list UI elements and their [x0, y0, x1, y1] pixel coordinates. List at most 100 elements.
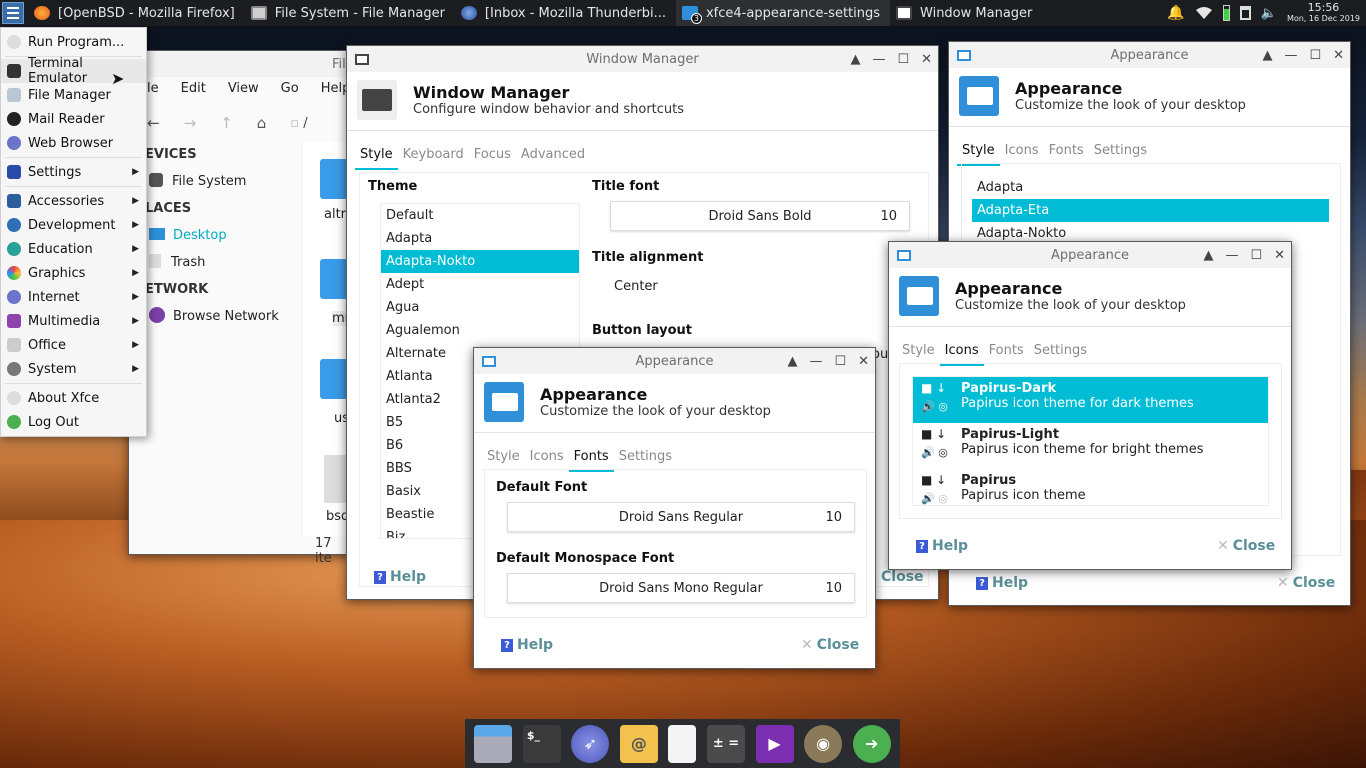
theme-item-selected[interactable]: Adapta-Nokto	[381, 250, 579, 273]
menu-view[interactable]: View	[228, 81, 259, 101]
back-arrow-icon[interactable]: ←	[147, 114, 160, 132]
tab-style[interactable]: Style	[897, 339, 940, 366]
appearance-titlebar[interactable]: Appearance ▲ — ☐ ✕	[474, 348, 875, 374]
volume-icon[interactable]: 🔈	[1261, 6, 1277, 21]
style-item-selected[interactable]: Adapta-Eta	[972, 199, 1329, 222]
sidebar-item-desktop[interactable]: Desktop	[145, 222, 301, 249]
theme-item[interactable]: Default	[381, 204, 579, 227]
dock-gimp-icon[interactable]: ◉	[804, 724, 843, 763]
icon-theme-item-selected[interactable]: ■ ↓ 🔊 ◎ Papirus-Dark Papirus icon theme f…	[913, 377, 1268, 423]
menu-item-settings[interactable]: Settings ▶	[1, 160, 146, 184]
shade-button[interactable]: ▲	[1203, 248, 1213, 263]
location-bar[interactable]: ▫ /	[290, 116, 307, 131]
style-list[interactable]: Adapta Adapta-Eta Adapta-Nokto	[972, 176, 1329, 245]
menu-go[interactable]: Go	[281, 81, 299, 101]
maximize-button[interactable]: ☐	[1250, 248, 1262, 263]
title-font-button[interactable]: Droid Sans Bold 10	[610, 201, 910, 231]
appearance-titlebar[interactable]: Appearance ▲ — ☐ ✕	[949, 42, 1350, 68]
home-icon[interactable]: ⌂	[257, 114, 267, 132]
menu-item-internet[interactable]: Internet ▶	[1, 285, 146, 309]
tab-settings[interactable]: Settings	[1029, 339, 1092, 366]
help-button[interactable]: ? Help	[916, 538, 968, 554]
menu-item-accessories[interactable]: Accessories ▶	[1, 189, 146, 213]
monospace-font-button[interactable]: Droid Sans Mono Regular 10	[507, 573, 855, 603]
theme-item[interactable]: Adept	[381, 273, 579, 296]
shade-button[interactable]: ▲	[1262, 48, 1272, 63]
minimize-button[interactable]: —	[872, 52, 885, 67]
title-alignment-select[interactable]: Center	[614, 279, 914, 294]
minimize-button[interactable]: —	[1225, 248, 1238, 263]
menu-item-about-xfce[interactable]: About Xfce	[1, 386, 146, 410]
close-window-button[interactable]: ✕	[921, 52, 932, 67]
tab-style[interactable]: Style	[482, 445, 525, 472]
file-manager-titlebar[interactable]: Fil	[129, 51, 351, 77]
tab-fonts[interactable]: Fonts	[1044, 139, 1089, 166]
dock-terminal-icon[interactable]: $_	[522, 724, 561, 763]
theme-item[interactable]: Agualemon	[381, 319, 579, 342]
help-button[interactable]: ? Help	[374, 569, 426, 585]
tab-style[interactable]: Style	[355, 143, 398, 170]
applications-menu-button[interactable]	[2, 2, 24, 24]
menu-item-web-browser[interactable]: Web Browser	[1, 131, 146, 155]
help-button[interactable]: ? Help	[501, 637, 553, 653]
dock-web-browser-icon[interactable]: ➶	[571, 724, 610, 763]
maximize-button[interactable]: ☐	[834, 354, 846, 369]
menu-item-log-out[interactable]: Log Out	[1, 410, 146, 434]
close-button[interactable]: Close	[881, 569, 924, 585]
icon-theme-item[interactable]: ■ ↓ 🔊 ◎ Papirus Papirus icon theme	[913, 469, 1268, 505]
sidebar-item-browse-network[interactable]: Browse Network	[145, 303, 301, 330]
menu-item-file-manager[interactable]: File Manager	[1, 83, 146, 107]
menu-item-graphics[interactable]: Graphics ▶	[1, 261, 146, 285]
battery-icon[interactable]	[1222, 5, 1230, 21]
sidebar-item-filesystem[interactable]: File System	[145, 168, 301, 195]
window-manager-titlebar[interactable]: Window Manager ▲ — ☐ ✕	[347, 46, 938, 72]
wifi-icon[interactable]	[1195, 6, 1213, 20]
menu-file[interactable]: le	[147, 81, 159, 101]
tab-icons[interactable]: Icons	[525, 445, 569, 472]
menu-edit[interactable]: Edit	[181, 81, 206, 101]
tab-icons[interactable]: Icons	[939, 339, 984, 366]
tab-settings[interactable]: Settings	[614, 445, 677, 472]
dock-mail-icon[interactable]: @	[619, 724, 658, 763]
tab-fonts[interactable]: Fonts	[984, 339, 1029, 366]
close-window-button[interactable]: ✕	[858, 354, 869, 369]
menu-item-development[interactable]: Development ▶	[1, 213, 146, 237]
shade-button[interactable]: ▲	[787, 354, 797, 369]
shade-button[interactable]: ▲	[850, 52, 860, 67]
task-appearance-settings[interactable]: 3 xfce4-appearance-settings	[675, 0, 891, 26]
dock-log-out-icon[interactable]: ➜	[852, 724, 891, 763]
menu-item-terminal[interactable]: Terminal Emulator ➤	[1, 56, 146, 88]
default-font-button[interactable]: Droid Sans Regular 10	[507, 502, 855, 532]
theme-item[interactable]: Adapta	[381, 227, 579, 250]
task-window-manager[interactable]: Window Manager	[890, 0, 1042, 26]
minimize-button[interactable]: —	[809, 354, 822, 369]
tab-keyboard[interactable]: Keyboard	[398, 143, 469, 170]
forward-arrow-icon[interactable]: →	[184, 114, 197, 132]
menu-item-run-program[interactable]: Run Program...	[1, 30, 146, 54]
clock[interactable]: 15:56 Mon, 16 Dec 2019	[1287, 2, 1360, 24]
tab-focus[interactable]: Focus	[469, 143, 516, 170]
help-button[interactable]: ? Help	[976, 575, 1028, 591]
maximize-button[interactable]: ☐	[1309, 48, 1321, 63]
close-button[interactable]: ✕ Close	[1217, 538, 1275, 554]
close-window-button[interactable]: ✕	[1333, 48, 1344, 63]
minimize-button[interactable]: —	[1284, 48, 1297, 63]
tab-advanced[interactable]: Advanced	[516, 143, 590, 170]
dock-file-manager-icon[interactable]	[474, 724, 513, 763]
appearance-titlebar[interactable]: Appearance ▲ — ☐ ✕	[889, 242, 1291, 268]
notification-bell-icon[interactable]: 🔔	[1167, 5, 1184, 21]
sidebar-item-trash[interactable]: Trash	[145, 249, 301, 276]
tab-icons[interactable]: Icons	[1000, 139, 1044, 166]
menu-item-mail-reader[interactable]: Mail Reader	[1, 107, 146, 131]
close-button[interactable]: ✕ Close	[1277, 575, 1335, 591]
close-button[interactable]: ✕ Close	[801, 637, 859, 653]
menu-item-office[interactable]: Office ▶	[1, 333, 146, 357]
dock-text-editor-icon[interactable]	[668, 724, 697, 763]
theme-item[interactable]: Agua	[381, 296, 579, 319]
icon-theme-list[interactable]: ■ ↓ 🔊 ◎ Papirus-Dark Papirus icon theme f…	[912, 376, 1269, 506]
tab-settings[interactable]: Settings	[1089, 139, 1152, 166]
menu-item-system[interactable]: System ▶	[1, 357, 146, 381]
tab-fonts[interactable]: Fonts	[568, 445, 614, 472]
dock-calculator-icon[interactable]: ± =	[707, 724, 745, 763]
task-firefox[interactable]: [OpenBSD - Mozilla Firefox]	[28, 0, 245, 26]
